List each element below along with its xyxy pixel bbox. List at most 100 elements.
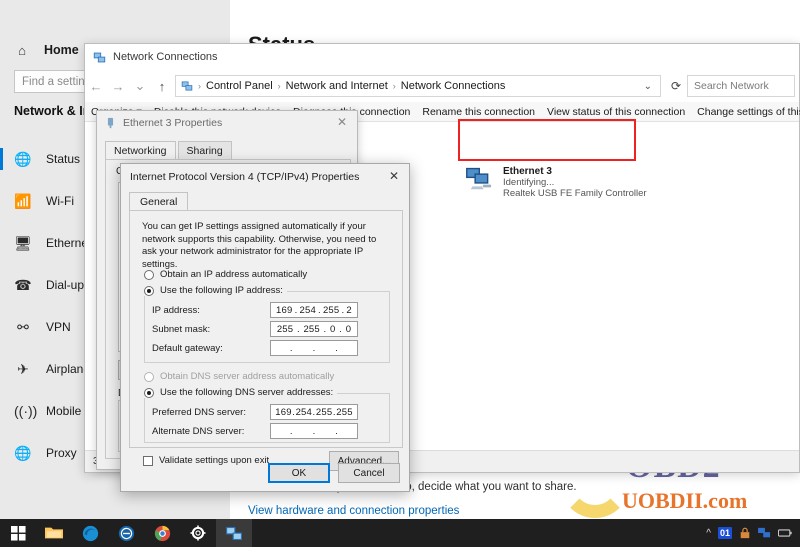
tab-general[interactable]: General [129,192,189,211]
start-button[interactable] [0,519,36,547]
tab-networking[interactable]: Networking [105,141,176,160]
close-icon[interactable]: ✕ [384,168,404,185]
radio-use-following-ip-label: Use the following IP address: [160,285,283,296]
ethernet-icon: 🖥 [14,235,32,251]
mask-octet-3: 0 [330,323,336,335]
dialup-icon: ☎ [14,277,32,293]
lock-icon[interactable] [739,527,751,539]
radio-obtain-ip-automatically[interactable]: Obtain an IP address automatically [144,269,307,280]
sidebar-item-wifi-label: Wi-Fi [46,194,74,208]
breadcrumb-item-network-connections[interactable]: Network Connections [401,80,506,92]
default-gateway-field[interactable]: . . . [270,340,358,356]
close-icon[interactable]: ✕ [333,114,351,130]
globe-icon: 🌐 [14,151,32,167]
radio-use-following-dns[interactable]: Use the following DNS server addresses: [144,387,338,398]
folder-icon [45,527,63,539]
tray-badge[interactable]: 01 [717,527,732,539]
sidebar-item-dialup-label: Dial-up [46,278,85,292]
edge-icon [82,525,98,541]
validate-settings-checkbox[interactable]: Validate settings upon exit [143,455,269,466]
alternate-dns-label: Alternate DNS server: [152,426,245,437]
breadcrumb-item-control-panel[interactable]: Control Panel [206,80,273,92]
network-tray-icon[interactable] [758,527,771,539]
ok-button[interactable]: OK [268,463,330,483]
ethernet-properties-title-text: Ethernet 3 Properties [123,117,223,129]
mask-octet-2: 255 [303,323,320,335]
hotspot-icon: ((·)) [14,403,38,419]
app-blue-circle-button[interactable] [108,519,144,547]
explorer-address-bar: ← → ⌄ ↑ › Control Panel › Network and In… [85,70,799,102]
checkbox-icon[interactable] [143,455,153,466]
connection-status: Identifying... [503,177,555,188]
ipv4-intro-text: You can get IP settings assigned automat… [142,221,377,270]
subnet-mask-field[interactable]: 255. 255. 0. 0 [270,321,358,337]
back-icon[interactable]: ← [85,74,107,98]
airplane-icon: ✈ [17,361,29,377]
view-status-button[interactable]: View status of this connection [547,106,697,118]
vpn-icon: ⚯ [17,319,29,335]
breadcrumb-separator: › [392,81,396,91]
radio-icon[interactable] [144,371,154,382]
ipv4-dialog-titlebar: Internet Protocol Version 4 (TCP/IPv4) P… [121,164,409,189]
ip-address-field[interactable]: 169. 254. 255. 2 [270,302,358,318]
ethernet-properties-tabs: Networking Sharing [105,141,232,160]
proxy-globe-icon: 🌐 [14,445,32,461]
ethernet-properties-titlebar: Ethernet 3 Properties ✕ [97,111,357,135]
connection-adapter: Realtek USB FE Family Controller [503,188,647,199]
network-connections-taskbar-button[interactable] [216,519,252,547]
sidebar-item-proxy-label: Proxy [46,446,77,460]
highlight-annotation-box [458,119,636,161]
pdns-octet-3: 255 [315,406,333,418]
file-explorer-button[interactable] [36,519,72,547]
network-connections-titlebar: Network Connections [85,44,799,70]
radio-icon[interactable] [144,285,154,296]
battery-icon[interactable] [778,528,792,538]
sidebar-item-home-label: Home [44,43,79,57]
view-hardware-properties-link[interactable]: View hardware and connection properties [248,505,459,517]
network-icon [225,526,242,540]
pdns-octet-4: 255 [336,406,353,418]
rename-connection-button[interactable]: Rename this connection [422,106,547,118]
default-gateway-label: Default gateway: [152,343,223,354]
list-item-ethernet-3[interactable]: Ethernet 3 Identifying... Realtek USB FE… [465,166,647,199]
ip-octet-1: 169 [276,304,293,316]
windows-logo-icon [10,525,26,541]
desktop-screen: Settings ⌂ Home Network & Internet 🌐 Sta… [0,0,800,547]
breadcrumb-network-icon [181,81,193,91]
radio-use-following-ip[interactable]: Use the following IP address: [144,285,287,296]
radio-obtain-dns-automatically[interactable]: Obtain DNS server address automatically [144,371,334,382]
radio-obtain-ip-label: Obtain an IP address automatically [160,269,308,280]
mask-octet-1: 255 [276,323,294,335]
edge-browser-button[interactable] [72,519,108,547]
settings-app-button[interactable] [180,519,216,547]
forward-icon[interactable]: → [107,74,129,98]
wifi-icon: 📶 [14,193,32,209]
subnet-mask-label: Subnet mask: [152,324,211,335]
pdns-octet-1: 169 [275,406,292,418]
breadcrumb-item-network-and-internet[interactable]: Network and Internet [286,80,388,92]
ip-octet-4: 2 [346,304,352,316]
breadcrumb-dropdown-chevron-icon[interactable]: ⌄ [644,81,660,92]
tab-sharing[interactable]: Sharing [177,141,232,160]
radio-icon[interactable] [144,269,154,280]
refresh-icon[interactable]: ⟳ [665,79,687,93]
ipv4-properties-dialog: Internet Protocol Version 4 (TCP/IPv4) P… [120,163,410,492]
tray-expand-chevron-icon[interactable]: ^ [706,528,711,539]
radio-obtain-dns-label: Obtain DNS server address automatically [160,371,335,382]
breadcrumb[interactable]: › Control Panel › Network and Internet ›… [175,75,661,97]
radio-icon[interactable] [144,387,154,398]
ipv4-general-panel: You can get IP settings assigned automat… [129,210,403,448]
alternate-dns-field[interactable]: . . . [270,423,358,439]
up-icon[interactable]: ↑ [151,74,173,98]
recent-locations-chevron-icon[interactable]: ⌄ [129,74,151,98]
ipv4-dialog-tabs: General [129,192,189,211]
gear-icon [190,525,206,541]
ip-octet-2: 254 [299,304,316,316]
sidebar-item-vpn-label: VPN [46,320,71,334]
ethernet-adapter-icon [466,167,492,190]
preferred-dns-field[interactable]: 169. 254. 255. 255 [270,404,358,420]
cancel-button[interactable]: Cancel [338,463,400,483]
chrome-browser-button[interactable] [144,519,180,547]
change-settings-button[interactable]: Change settings of this connection [697,106,800,118]
explorer-search-input[interactable] [687,75,795,97]
